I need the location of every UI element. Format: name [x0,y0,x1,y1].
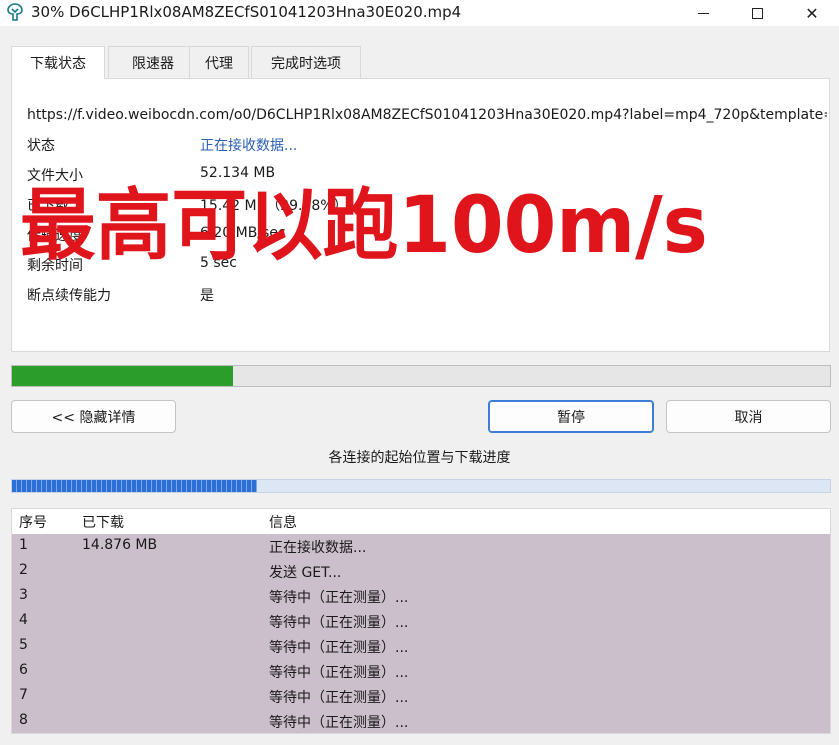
resume-capability-value: 是 [200,288,214,304]
title-bar: 30% D6CLHP1Rlx08AM8ZECfS01041203Hna30E02… [0,0,839,26]
row-index: 5 [19,637,28,653]
row-index: 6 [19,662,28,678]
download-progress-fill [12,366,233,386]
maximize-icon [751,7,763,19]
row-info: 等待中（正在测量）... [269,590,409,606]
connections-caption: 各连接的起始位置与下载进度 [328,450,511,466]
status-value: 正在接收数据... [200,138,298,154]
download-progress-bar [11,365,831,387]
column-header-index[interactable]: 序号 [19,512,47,532]
tab-label: 代理 [205,55,233,72]
row-info: 等待中（正在测量）... [269,615,409,631]
row-info: 等待中（正在测量）... [269,665,409,681]
app-logo-icon [7,3,23,21]
row-index: 7 [19,687,28,703]
row-index: 3 [19,587,28,603]
tab-proxy[interactable]: 代理 [189,46,249,78]
row-downloaded: 14.876 MB [82,537,158,553]
table-body: 1 14.876 MB 正在接收数据... 2 发送 GET... 3 等待中（… [12,534,830,733]
table-row[interactable]: 1 14.876 MB 正在接收数据... [12,534,830,559]
row-info: 等待中（正在测量）... [269,690,409,706]
row-index: 8 [19,712,28,728]
pause-label: 暂停 [557,409,585,426]
table-row[interactable]: 5 等待中（正在测量）... [12,634,830,659]
table-row[interactable]: 3 等待中（正在测量）... [12,584,830,609]
table-row[interactable]: 7 等待中（正在测量）... [12,684,830,709]
pause-button[interactable]: 暂停 [488,400,654,433]
table-header: 序号 已下载 信息 [12,509,830,534]
table-row[interactable]: 4 等待中（正在测量）... [12,609,830,634]
minimize-button[interactable] [680,0,726,26]
tab-label: 完成时选项 [271,55,341,72]
connections-progress-bar [11,479,831,493]
close-button[interactable]: ✕ [789,0,835,26]
row-index: 2 [19,562,28,578]
tab-download-status[interactable]: 下载状态 [11,46,105,79]
table-row[interactable]: 6 等待中（正在测量）... [12,659,830,684]
row-index: 4 [19,612,28,628]
row-info: 发送 GET... [269,565,342,581]
resume-capability-label: 断点续传能力 [27,288,111,304]
row-info: 正在接收数据... [269,540,367,556]
row-info: 等待中（正在测量）... [269,715,409,731]
minimize-icon [697,12,709,14]
status-label: 状态 [27,138,55,154]
window-title: 30% D6CLHP1Rlx08AM8ZECfS01041203Hna30E02… [31,3,462,21]
cancel-label: 取消 [734,409,763,426]
download-url: https://f.video.weibocdn.com/o0/D6CLHP1R… [27,107,827,123]
column-header-downloaded[interactable]: 已下载 [82,512,124,532]
row-index: 1 [19,537,28,553]
connections-table[interactable]: 序号 已下载 信息 1 14.876 MB 正在接收数据... 2 发送 GET… [11,508,831,734]
cancel-button[interactable]: 取消 [666,400,831,433]
speed-annotation-overlay: 最高可以跑100m/s [20,181,708,271]
tab-on-complete[interactable]: 完成时选项 [251,46,361,78]
tab-speed-limiter[interactable]: 限速器 [108,46,198,78]
hide-details-label: << 隐藏详情 [51,409,136,426]
tab-label: 限速器 [132,55,174,72]
column-header-info[interactable]: 信息 [269,512,297,532]
table-row[interactable]: 2 发送 GET... [12,559,830,584]
tab-label: 下载状态 [30,56,86,72]
row-info: 等待中（正在测量）... [269,640,409,656]
connections-progress-fill [12,480,258,492]
hide-details-button[interactable]: << 隐藏详情 [11,400,176,433]
close-icon: ✕ [805,3,819,23]
table-row[interactable]: 8 等待中（正在测量）... [12,709,830,733]
maximize-button[interactable] [734,0,780,26]
